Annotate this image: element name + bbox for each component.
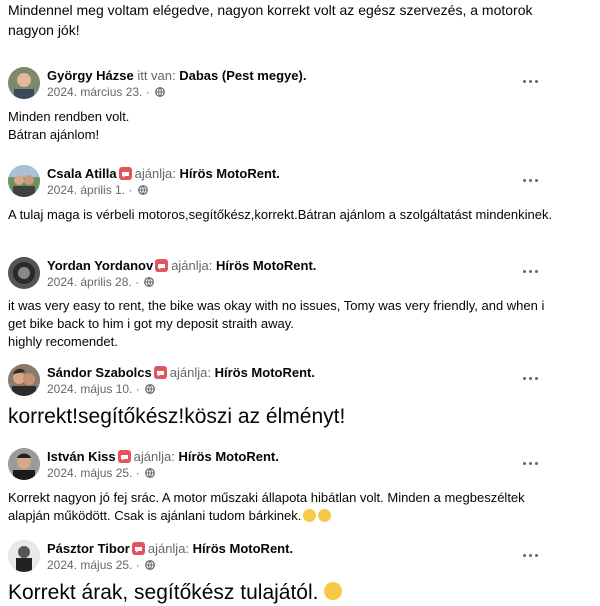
avatar[interactable] bbox=[8, 257, 40, 289]
connector-text: ajánlja: bbox=[171, 258, 213, 273]
post-body: it was very easy to rent, the bike was o… bbox=[8, 297, 568, 351]
smiley-emoji-icon bbox=[318, 509, 332, 522]
post-text-partial: Mindennel meg voltam elégedve, nagyon ko… bbox=[8, 2, 533, 38]
separator: · bbox=[135, 558, 140, 572]
post-date[interactable]: 2024. május 25. bbox=[47, 466, 132, 480]
avatar[interactable] bbox=[8, 165, 40, 197]
author-name[interactable]: István Kiss bbox=[47, 449, 116, 464]
post-date[interactable]: 2024. március 23. bbox=[47, 85, 142, 99]
post-header: István Kiss ajánlja: Hírös MotoRent. bbox=[47, 449, 279, 464]
post-body: Korrekt nagyon jó fej srác. A motor műsz… bbox=[8, 489, 568, 525]
author-name[interactable]: Pásztor Tibor bbox=[47, 541, 130, 556]
connector-text: ajánlja: bbox=[133, 449, 175, 464]
post-header: Pásztor Tibor ajánlja: Hírös MotoRent. bbox=[47, 541, 294, 556]
post-header: Sándor Szabolcs ajánlja: Hírös MotoRent. bbox=[47, 365, 315, 380]
globe-icon bbox=[144, 277, 155, 287]
post-meta: 2024. május 25. · bbox=[47, 465, 155, 481]
globe-icon bbox=[145, 468, 155, 478]
more-options-icon[interactable] bbox=[518, 455, 542, 471]
post-header: Csala Atilla ajánlja: Hírös MotoRent. bbox=[47, 166, 280, 181]
connector-text: itt van: bbox=[137, 68, 176, 83]
recommend-badge-icon bbox=[131, 542, 145, 555]
page-link[interactable]: Hírös MotoRent bbox=[179, 166, 276, 181]
more-options-icon[interactable] bbox=[518, 73, 542, 89]
body-line: Minden rendben volt. bbox=[8, 109, 130, 124]
body-line: korrekt!segítőkész!köszi az élményt! bbox=[8, 405, 346, 428]
author-name[interactable]: Sándor Szabolcs bbox=[47, 365, 152, 380]
body-line: Bátran ajánlom! bbox=[8, 127, 100, 142]
more-options-icon[interactable] bbox=[518, 370, 542, 386]
avatar[interactable] bbox=[8, 364, 40, 396]
post-date[interactable]: 2024. május 25. bbox=[47, 558, 132, 572]
page-link[interactable]: Hírös MotoRent bbox=[216, 258, 313, 273]
avatar[interactable] bbox=[8, 67, 40, 99]
location-link[interactable]: Dabas (Pest megye) bbox=[179, 68, 303, 83]
page-link[interactable]: Hírös MotoRent bbox=[178, 449, 275, 464]
post-meta: 2024. április 1. · bbox=[47, 182, 148, 198]
post-meta: 2024. május 10. · bbox=[47, 381, 155, 397]
post-meta: 2024. március 23. · bbox=[47, 84, 165, 100]
separator: · bbox=[128, 183, 133, 197]
post-date[interactable]: 2024. április 28. bbox=[47, 275, 132, 289]
post-meta: 2024. április 28. · bbox=[47, 274, 155, 290]
body-line: get bike back to him i got my deposit st… bbox=[8, 316, 294, 331]
body-line: A tulaj maga is vérbeli motoros,segítőké… bbox=[8, 207, 553, 222]
globe-icon bbox=[145, 560, 155, 570]
post-body: Minden rendben volt. Bátran ajánlom! bbox=[8, 108, 568, 144]
avatar[interactable] bbox=[8, 448, 40, 480]
page-link[interactable]: Hírös MotoRent bbox=[215, 365, 312, 380]
connector-text: ajánlja: bbox=[147, 541, 190, 556]
avatar[interactable] bbox=[8, 540, 40, 572]
body-line: it was very easy to rent, the bike was o… bbox=[8, 298, 545, 313]
globe-icon bbox=[137, 185, 148, 195]
body-line: Korrekt nagyon jó fej srác. A motor műsz… bbox=[8, 490, 525, 505]
more-options-icon[interactable] bbox=[518, 172, 542, 188]
author-name[interactable]: György Házse bbox=[47, 68, 134, 83]
author-name[interactable]: Csala Atilla bbox=[47, 166, 117, 181]
recommend-badge-icon bbox=[155, 259, 169, 272]
post-header: György Házse itt van: Dabas (Pest megye)… bbox=[47, 68, 307, 83]
smiley-emoji-icon bbox=[303, 509, 317, 522]
body-line: Korrekt árak, segítőkész tulajától. bbox=[8, 581, 319, 604]
post-body: korrekt!segítőkész!köszi az élményt! bbox=[8, 404, 588, 430]
post-body: Korrekt árak, segítőkész tulajától. bbox=[8, 580, 588, 606]
globe-icon bbox=[145, 384, 155, 394]
post-meta: 2024. május 25. · bbox=[47, 557, 155, 573]
separator: · bbox=[135, 382, 140, 396]
more-options-icon[interactable] bbox=[518, 547, 542, 563]
post-date[interactable]: 2024. április 1. bbox=[47, 183, 125, 197]
body-line: highly recomendet. bbox=[8, 334, 118, 349]
separator: · bbox=[135, 466, 140, 480]
recommend-badge-icon bbox=[118, 167, 132, 180]
post-body: A tulaj maga is vérbeli motoros,segítőké… bbox=[8, 206, 568, 224]
more-options-icon[interactable] bbox=[518, 263, 542, 279]
separator: · bbox=[135, 275, 140, 289]
body-line: alapján működött. Csak is ajánlani tudom… bbox=[8, 508, 302, 523]
body-line-with-emoji: alapján működött. Csak is ajánlani tudom… bbox=[8, 507, 568, 525]
post-date[interactable]: 2024. május 10. bbox=[47, 382, 132, 396]
recommend-badge-icon bbox=[153, 366, 167, 379]
page-link[interactable]: Hírös MotoRent bbox=[193, 541, 290, 556]
author-name[interactable]: Yordan Yordanov bbox=[47, 258, 153, 273]
separator: · bbox=[145, 85, 150, 99]
recommend-badge-icon bbox=[117, 450, 131, 463]
connector-text: ajánlja: bbox=[169, 365, 211, 380]
post-header: Yordan Yordanov ajánlja: Hírös MotoRent. bbox=[47, 258, 317, 273]
globe-icon bbox=[155, 87, 165, 97]
smiley-emoji-icon bbox=[324, 582, 343, 600]
connector-text: ajánlja: bbox=[134, 166, 176, 181]
